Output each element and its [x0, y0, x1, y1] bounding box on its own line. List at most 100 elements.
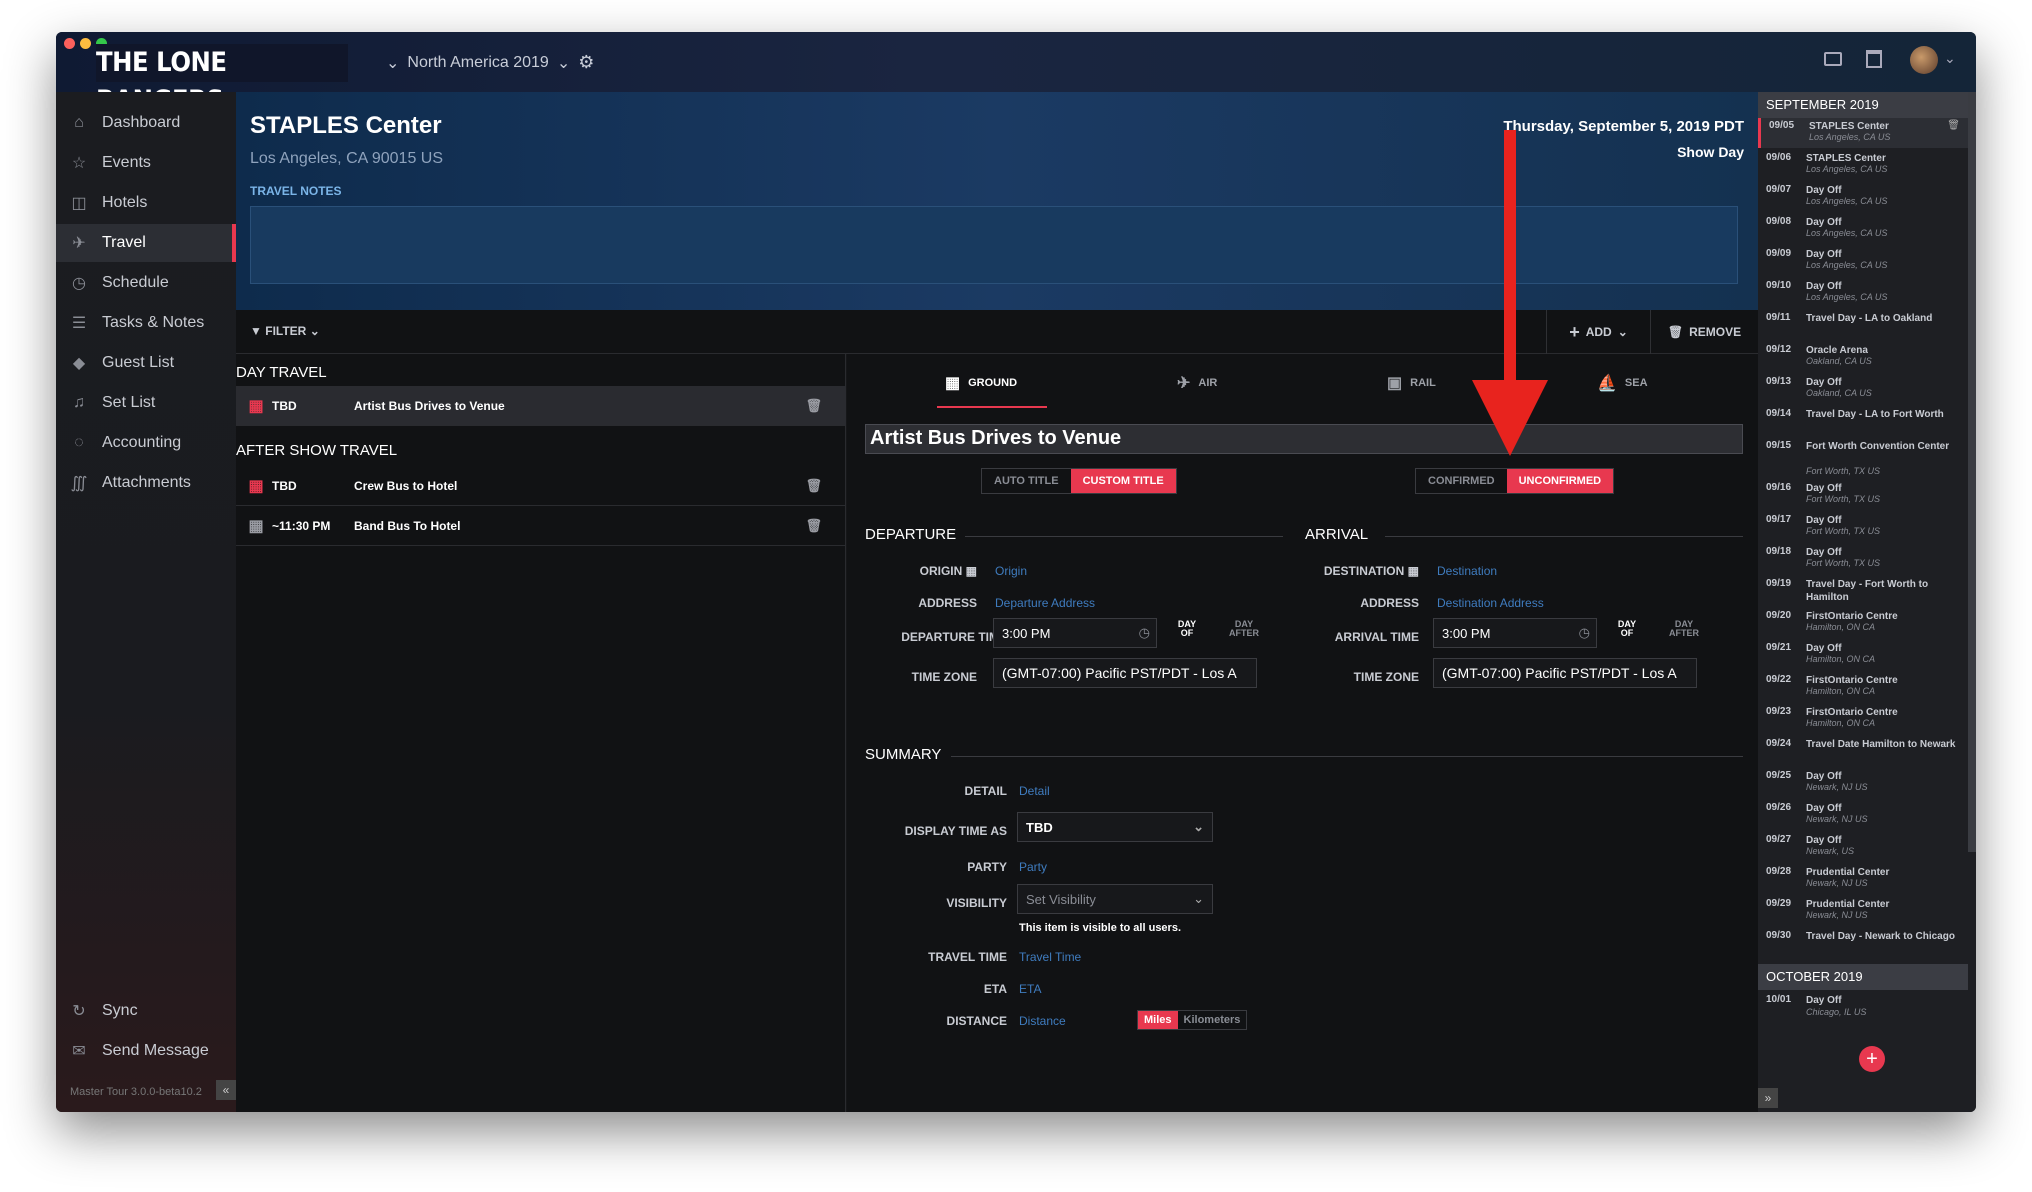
- event-date: 09/10: [1766, 280, 1792, 291]
- tour-selector[interactable]: ⌄ North America 2019 ⌄ ⚙: [386, 52, 594, 73]
- calendar-event[interactable]: 09/06 STAPLES Center Los Angeles, CA US: [1758, 150, 1968, 180]
- avatar[interactable]: [1910, 46, 1938, 74]
- destination-label: DESTINATION ▦: [1277, 564, 1419, 578]
- send-message-button[interactable]: ✉ Send Message: [56, 1032, 236, 1070]
- calendar-event[interactable]: 09/28 Prudential Center Newark, NJ US: [1758, 864, 1968, 894]
- calendar-event[interactable]: 09/13 Day Off Oakland, CA US: [1758, 374, 1968, 404]
- calendar-event[interactable]: 09/23 FirstOntario Centre Hamilton, ON CA: [1758, 704, 1968, 734]
- trash-icon[interactable]: 🗑: [1947, 120, 1960, 131]
- arrival-time-input[interactable]: 3:00 PM ◷: [1433, 618, 1597, 648]
- calendar-event[interactable]: 09/15 Fort Worth Convention Center Fort Wo…: [1758, 438, 1968, 478]
- eta-field[interactable]: ETA: [1019, 982, 1041, 996]
- sidebar-item-tasks[interactable]: ☰ Tasks & Notes: [56, 304, 236, 342]
- calendar-event[interactable]: 10/01 Day Off Chicago, IL US: [1758, 994, 1968, 1024]
- destination-field[interactable]: Destination: [1437, 564, 1497, 578]
- collapse-panel-button[interactable]: »: [1758, 1088, 1778, 1108]
- calendar-event[interactable]: 09/21 Day Off Hamilton, ON CA: [1758, 640, 1968, 670]
- distance-field[interactable]: Distance: [1019, 1014, 1066, 1028]
- travel-time-field[interactable]: Travel Time: [1019, 950, 1081, 964]
- miles-option[interactable]: Miles: [1138, 1011, 1178, 1029]
- tab-air[interactable]: ✈ AIR: [1177, 368, 1217, 398]
- arrival-timezone-select[interactable]: (GMT-07:00) Pacific PST/PDT - Los A: [1433, 658, 1697, 688]
- display-time-select[interactable]: TBD ⌄: [1017, 812, 1213, 842]
- calendar-event[interactable]: 09/09 Day Off Los Angeles, CA US: [1758, 246, 1968, 276]
- tab-ground[interactable]: ▦ GROUND: [945, 368, 1017, 398]
- calendar-event[interactable]: 09/30 Travel Day - Newark to Chicago: [1758, 928, 1968, 958]
- gear-icon[interactable]: ⚙: [578, 52, 594, 73]
- sidebar-item-accounting[interactable]: ◌ Accounting: [56, 424, 236, 462]
- plane-icon: ✈: [72, 235, 86, 252]
- departure-address-field[interactable]: Departure Address: [995, 596, 1095, 610]
- chevron-down-icon[interactable]: ⌄: [1944, 50, 1956, 67]
- kilometers-option[interactable]: Kilometers: [1178, 1011, 1247, 1029]
- calendar-event[interactable]: 09/25 Day Off Newark, NJ US: [1758, 768, 1968, 798]
- origin-field[interactable]: Origin: [995, 564, 1027, 578]
- visibility-select[interactable]: Set Visibility ⌄: [1017, 884, 1213, 914]
- trash-icon[interactable]: 🗑: [805, 398, 822, 414]
- tab-rail[interactable]: ▣ RAIL: [1387, 368, 1436, 398]
- sidebar-item-set-list[interactable]: ♫ Set List: [56, 384, 236, 422]
- travel-title-input[interactable]: Artist Bus Drives to Venue: [865, 424, 1743, 454]
- departure-timezone-select[interactable]: (GMT-07:00) Pacific PST/PDT - Los A: [993, 658, 1257, 688]
- day-after-option[interactable]: DAY AFTER: [1227, 620, 1261, 638]
- arrival-address-field[interactable]: Destination Address: [1437, 596, 1544, 610]
- calendar-event[interactable]: 09/16 Day Off Fort Worth, TX US: [1758, 480, 1968, 510]
- tab-sea[interactable]: ⛵ SEA: [1597, 368, 1648, 398]
- trash-icon[interactable]: 🗑: [805, 518, 822, 534]
- calendar-event[interactable]: 09/11 Travel Day - LA to Oakland: [1758, 310, 1968, 340]
- party-field[interactable]: Party: [1019, 860, 1047, 874]
- calendar-event[interactable]: 09/10 Day Off Los Angeles, CA US: [1758, 278, 1968, 308]
- departure-time-input[interactable]: 3:00 PM ◷: [993, 618, 1157, 648]
- calendar-event[interactable]: 09/17 Day Off Fort Worth, TX US: [1758, 512, 1968, 542]
- travel-row[interactable]: ▦ ~11:30 PM Band Bus To Hotel 🗑: [236, 506, 846, 546]
- calendar-event[interactable]: 09/20 FirstOntario Centre Hamilton, ON CA: [1758, 608, 1968, 638]
- sidebar-item-dashboard[interactable]: ⌂ Dashboard: [56, 104, 236, 142]
- trash-icon[interactable]: 🗑: [805, 478, 822, 494]
- clock-icon[interactable]: ◷: [1139, 625, 1150, 641]
- sidebar-item-travel[interactable]: ✈ Travel: [56, 224, 236, 262]
- title-mode-toggle[interactable]: AUTO TITLE CUSTOM TITLE: [981, 468, 1177, 494]
- calendar-event[interactable]: 09/19 Travel Day - Fort Worth to Hamilton: [1758, 576, 1968, 606]
- minimize-window-button[interactable]: [80, 38, 91, 49]
- band-logo[interactable]: THE LONE RANGERS: [96, 44, 348, 116]
- calendar-event[interactable]: 09/18 Day Off Fort Worth, TX US: [1758, 544, 1968, 574]
- calendar-event[interactable]: 09/27 Day Off Newark, US: [1758, 832, 1968, 862]
- calendar-event[interactable]: 09/07 Day Off Los Angeles, CA US: [1758, 182, 1968, 212]
- divider: [951, 756, 1743, 757]
- remove-button[interactable]: 🗑 REMOVE: [1650, 310, 1758, 354]
- day-of-option[interactable]: DAY OF: [1613, 620, 1641, 638]
- travel-row[interactable]: ▦ TBD Crew Bus to Hotel 🗑: [236, 466, 846, 506]
- calendar-event[interactable]: 09/24 Travel Date Hamilton to Newark: [1758, 736, 1968, 766]
- chevron-down-icon: ⌄: [556, 54, 571, 72]
- sidebar-item-hotels[interactable]: ◫ Hotels: [56, 184, 236, 222]
- collapse-sidebar-button[interactable]: «: [216, 1080, 236, 1100]
- clock-icon[interactable]: ◷: [1579, 625, 1590, 641]
- calendar-event[interactable]: 09/05 STAPLES Center Los Angeles, CA US 🗑: [1758, 118, 1968, 148]
- sidebar-item-guest-list[interactable]: ◆ Guest List: [56, 344, 236, 382]
- sync-button[interactable]: ↻ Sync: [56, 992, 236, 1030]
- sidebar-item-attachments[interactable]: ∭ Attachments: [56, 464, 236, 502]
- sidebar-item-events[interactable]: ☆ Events: [56, 144, 236, 182]
- calendar-event[interactable]: 09/22 FirstOntario Centre Hamilton, ON CA: [1758, 672, 1968, 702]
- add-event-button[interactable]: +: [1859, 1046, 1885, 1072]
- day-after-option[interactable]: DAY AFTER: [1667, 620, 1701, 638]
- distance-unit-toggle[interactable]: Miles Kilometers: [1137, 1010, 1248, 1030]
- calendar-event[interactable]: 09/08 Day Off Los Angeles, CA US: [1758, 214, 1968, 244]
- sidebar-item-schedule[interactable]: ◷ Schedule: [56, 264, 236, 302]
- detail-field[interactable]: Detail: [1019, 784, 1050, 798]
- auto-title-option[interactable]: AUTO TITLE: [982, 469, 1071, 493]
- calendar-event[interactable]: 09/14 Travel Day - LA to Fort Worth: [1758, 406, 1968, 436]
- calendar-event[interactable]: 09/26 Day Off Newark, NJ US: [1758, 800, 1968, 830]
- day-of-option[interactable]: DAY OF: [1173, 620, 1201, 638]
- scrollbar[interactable]: [1968, 92, 1976, 852]
- calendar-event[interactable]: 09/29 Prudential Center Newark, NJ US: [1758, 896, 1968, 926]
- id-card-icon[interactable]: [1824, 52, 1842, 66]
- add-button[interactable]: + ADD ⌄: [1546, 310, 1650, 354]
- event-date: 09/05: [1769, 120, 1795, 131]
- filter-button[interactable]: ▼ FILTER ⌄: [250, 324, 320, 338]
- custom-title-option[interactable]: CUSTOM TITLE: [1070, 469, 1176, 493]
- travel-row[interactable]: ▦ TBD Artist Bus Drives to Venue 🗑: [236, 386, 846, 426]
- calendar-icon[interactable]: [1866, 50, 1882, 68]
- calendar-event[interactable]: 09/12 Oracle Arena Oakland, CA US: [1758, 342, 1968, 372]
- close-window-button[interactable]: [64, 38, 75, 49]
